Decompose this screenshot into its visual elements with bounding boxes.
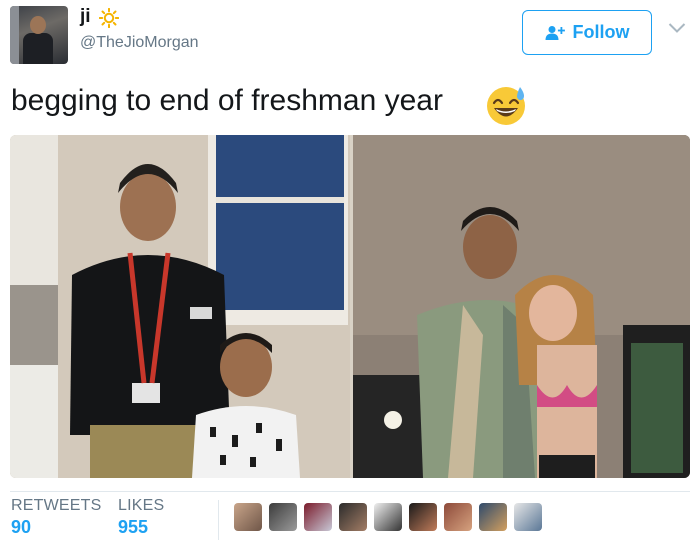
liker-avatar[interactable] bbox=[234, 503, 262, 531]
liker-avatar[interactable] bbox=[304, 503, 332, 531]
avatar-head bbox=[30, 16, 46, 34]
avatar[interactable] bbox=[10, 6, 68, 64]
photo-left-image bbox=[10, 135, 350, 478]
add-user-icon bbox=[545, 25, 565, 40]
follow-label: Follow bbox=[572, 22, 630, 42]
liker-avatar[interactable] bbox=[514, 503, 542, 531]
media-grid[interactable] bbox=[10, 135, 690, 478]
follow-button[interactable]: Follow bbox=[522, 10, 652, 55]
liker-avatar[interactable] bbox=[339, 503, 367, 531]
stats-divider bbox=[10, 491, 690, 492]
user-handle[interactable]: @TheJioMorgan bbox=[80, 34, 199, 52]
liker-avatar[interactable] bbox=[269, 503, 297, 531]
photo-right-image bbox=[353, 135, 690, 478]
tweet-text: begging to end of freshman year bbox=[11, 84, 443, 117]
stat-divider bbox=[218, 500, 219, 540]
sun-icon bbox=[99, 8, 119, 28]
likes-count[interactable]: 955 bbox=[118, 517, 148, 538]
chevron-down-icon[interactable] bbox=[668, 22, 686, 34]
likes-label[interactable]: LIKES bbox=[118, 497, 164, 515]
photo-left[interactable] bbox=[10, 135, 350, 478]
avatar-torso bbox=[23, 33, 53, 64]
liker-avatar[interactable] bbox=[374, 503, 402, 531]
retweets-count[interactable]: 90 bbox=[11, 517, 31, 538]
avatar-background bbox=[10, 6, 19, 64]
liker-avatar[interactable] bbox=[444, 503, 472, 531]
retweets-label[interactable]: RETWEETS bbox=[11, 497, 102, 515]
display-name[interactable]: ji bbox=[80, 6, 91, 28]
liker-avatar[interactable] bbox=[479, 503, 507, 531]
liker-avatar[interactable] bbox=[409, 503, 437, 531]
photo-right[interactable] bbox=[353, 135, 690, 478]
grinning-sweat-emoji-icon bbox=[487, 87, 525, 125]
